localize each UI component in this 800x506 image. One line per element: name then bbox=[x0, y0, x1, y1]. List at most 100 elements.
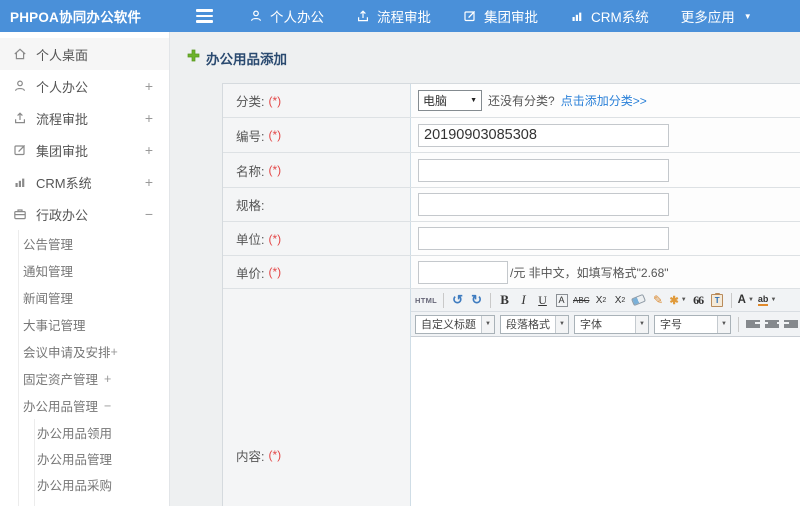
caret-down-icon: ▼ bbox=[747, 297, 754, 303]
field-label: 单位: bbox=[236, 233, 265, 247]
sidebar-item-meeting-mgmt[interactable]: 会议申请及安排 + bbox=[19, 338, 169, 365]
redo-icon[interactable]: ↻ bbox=[469, 291, 484, 309]
required-mark: (*) bbox=[268, 231, 282, 246]
expand-plus-icon[interactable]: + bbox=[145, 78, 153, 94]
home-icon bbox=[13, 47, 27, 61]
edit-icon bbox=[463, 9, 477, 23]
font-size-select[interactable]: 字号 ▼ bbox=[654, 314, 731, 334]
required-mark: (*) bbox=[268, 163, 282, 177]
sidebar-item-label: 办公用品管理 bbox=[23, 400, 99, 414]
sidebar-item-supplies-manage[interactable]: 办公用品管理 bbox=[35, 445, 169, 471]
sidebar-item-workflow-approval[interactable]: 流程审批 + bbox=[0, 102, 169, 134]
highlight-color-button[interactable]: ab ▼ bbox=[757, 291, 776, 309]
sidebar-item-admin-office[interactable]: 行政办公 − bbox=[0, 198, 169, 230]
sidebar-item-label: 办公用品领用 bbox=[37, 426, 113, 441]
category-select[interactable]: 电脑 ▼ bbox=[418, 90, 482, 111]
underline-button[interactable]: U bbox=[535, 291, 550, 309]
sidebar-item-group-approval[interactable]: 集团审批 + bbox=[0, 134, 169, 166]
add-category-link[interactable]: 点击添加分类>> bbox=[561, 92, 647, 109]
superscript-button[interactable]: X2 bbox=[593, 291, 608, 309]
paragraph-format-select[interactable]: 段落格式 ▼ bbox=[500, 314, 569, 334]
sidebar-item-label: 办公用品管理 bbox=[37, 452, 113, 467]
field-label: 编号: bbox=[236, 129, 265, 144]
required-mark: (*) bbox=[268, 448, 282, 462]
nav-label: 个人办公 bbox=[270, 10, 324, 25]
sidebar-item-label: 办公用品采购 bbox=[37, 478, 113, 493]
required-mark: (*) bbox=[268, 265, 282, 279]
required-mark: (*) bbox=[268, 93, 282, 108]
subscript-button[interactable]: X2 bbox=[612, 291, 627, 309]
editor-content-area[interactable] bbox=[411, 337, 800, 506]
expand-plus-icon[interactable]: + bbox=[145, 142, 153, 158]
nav-crm[interactable]: CRM系统 bbox=[570, 6, 649, 26]
strikethrough-button[interactable]: ABC bbox=[573, 291, 589, 309]
italic-button[interactable]: I bbox=[516, 291, 531, 309]
sidebar-item-asset-mgmt[interactable]: 固定资产管理 + bbox=[19, 365, 169, 392]
expand-plus-icon[interactable]: + bbox=[104, 372, 111, 386]
sidebar-item-announcement-mgmt[interactable]: 公告管理 bbox=[19, 230, 169, 257]
app-logo: PHPOA协同办公软件 bbox=[10, 10, 142, 25]
code-input[interactable] bbox=[418, 123, 669, 147]
collapse-minus-icon[interactable]: − bbox=[104, 399, 111, 413]
sidebar-item-personal-office[interactable]: 个人办公 + bbox=[0, 70, 169, 102]
source-code-button[interactable]: HTML bbox=[415, 291, 437, 309]
sidebar-item-desktop[interactable]: 个人桌面 bbox=[0, 38, 169, 70]
align-right-icon[interactable] bbox=[784, 319, 798, 330]
nav-personal-office[interactable]: 个人办公 bbox=[249, 6, 324, 26]
sidebar-item-supplies-purchase[interactable]: 办公用品采购 bbox=[35, 471, 169, 497]
bold-button[interactable]: B bbox=[497, 291, 512, 309]
category-hint: 还没有分类? bbox=[488, 94, 555, 108]
sidebar-item-label: 公告管理 bbox=[23, 238, 74, 252]
nav-workflow-approval[interactable]: 流程审批 bbox=[356, 6, 431, 26]
field-label: 规格: bbox=[236, 199, 265, 213]
sidebar-item-news-mgmt[interactable]: 新闻管理 bbox=[19, 284, 169, 311]
field-label: 单价: bbox=[236, 266, 265, 281]
workflow-icon bbox=[356, 9, 370, 23]
paste-as-text-icon[interactable]: T bbox=[710, 291, 725, 309]
caret-down-icon: ▼ bbox=[743, 11, 752, 21]
expand-plus-icon[interactable]: + bbox=[145, 110, 153, 126]
price-input[interactable] bbox=[418, 260, 508, 284]
nav-label: 集团审批 bbox=[484, 10, 538, 25]
sidebar: 个人桌面 个人办公 + 流程审批 + 集团审批 + CRM系统 + 行政办公 −… bbox=[0, 32, 170, 506]
top-bar: PHPOA协同办公软件 个人办公 流程审批 集团审批 CRM系统 更多应用 ▼ bbox=[0, 0, 800, 32]
nav-group-approval[interactable]: 集团审批 bbox=[463, 6, 538, 26]
form-row-unit: 单位: (*) bbox=[223, 222, 800, 256]
unit-input[interactable] bbox=[418, 227, 669, 250]
sidebar-item-events-mgmt[interactable]: 大事记管理 bbox=[19, 311, 169, 338]
format-painter-icon[interactable]: ✎ bbox=[650, 291, 665, 309]
collapse-minus-icon[interactable]: − bbox=[145, 206, 153, 222]
editor-toolbar-row2: 自定义标题 ▼ 段落格式 ▼ 字体 ▼ 字号 ▼ bbox=[411, 312, 800, 337]
sidebar-item-label: 大事记管理 bbox=[23, 319, 86, 333]
sidebar-item-label: 行政办公 bbox=[36, 207, 89, 223]
name-input[interactable] bbox=[418, 158, 669, 182]
expand-plus-icon[interactable]: + bbox=[145, 174, 153, 190]
caret-down-icon: ▼ bbox=[481, 315, 494, 333]
font-style-button[interactable]: A bbox=[555, 293, 568, 307]
required-mark: (*) bbox=[268, 128, 282, 142]
spec-input[interactable] bbox=[418, 193, 669, 216]
blockquote-button[interactable]: 66 bbox=[691, 291, 706, 309]
sidebar-item-crm[interactable]: CRM系统 + bbox=[0, 166, 169, 198]
sidebar-item-label: 通知管理 bbox=[23, 265, 74, 279]
workflow-icon bbox=[13, 111, 27, 125]
remove-format-icon[interactable] bbox=[631, 291, 647, 309]
sidebar-item-supplies-claim[interactable]: 办公用品领用 bbox=[35, 419, 169, 445]
font-color-button[interactable]: A ▼ bbox=[738, 291, 754, 309]
font-family-select[interactable]: 字体 ▼ bbox=[574, 314, 649, 334]
expand-plus-icon[interactable]: + bbox=[111, 345, 118, 359]
align-left-icon[interactable] bbox=[746, 319, 760, 330]
top-nav: 个人办公 流程审批 集团审批 CRM系统 更多应用 ▼ bbox=[249, 6, 752, 26]
sidebar-item-supplies-mgmt[interactable]: 办公用品管理 − bbox=[19, 392, 169, 419]
align-center-icon[interactable] bbox=[765, 319, 779, 330]
sidebar-item-notice-mgmt[interactable]: 通知管理 bbox=[19, 257, 169, 284]
page-title: 办公用品添加 bbox=[187, 48, 287, 68]
quick-format-icon[interactable]: ✱ ▼ bbox=[669, 291, 686, 309]
nav-label: 更多应用 bbox=[680, 10, 735, 25]
price-hint: /元 非中文，如填写格式"2.68" bbox=[510, 265, 669, 280]
caret-down-icon: ▼ bbox=[680, 297, 687, 303]
undo-icon[interactable]: ↺ bbox=[450, 291, 465, 309]
custom-heading-select[interactable]: 自定义标题 ▼ bbox=[415, 314, 495, 334]
nav-more-apps[interactable]: 更多应用 ▼ bbox=[681, 6, 752, 26]
menu-toggle-icon[interactable] bbox=[196, 9, 213, 23]
